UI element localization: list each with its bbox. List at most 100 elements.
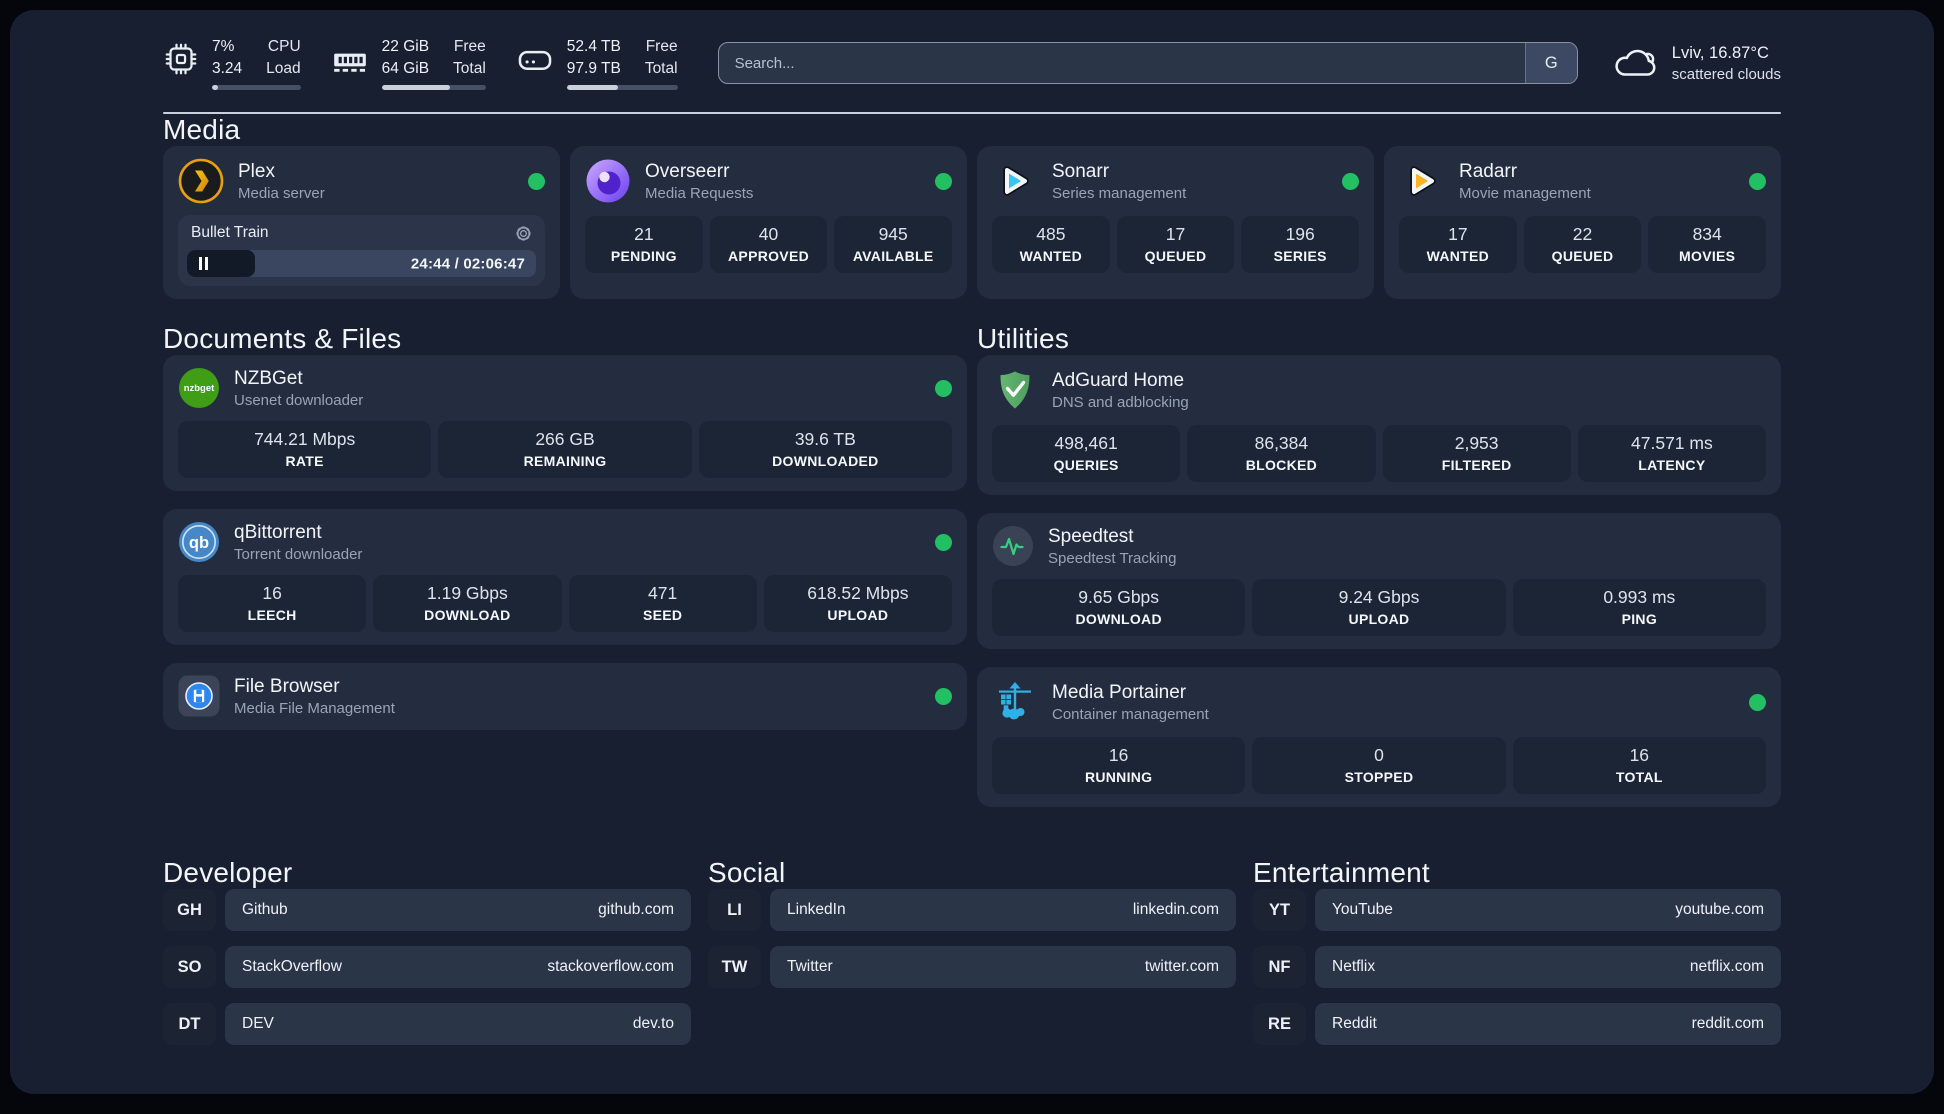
system-metrics: 7% CPU 3.24 Load 22 GiB Free 64 GiB Tota… bbox=[163, 36, 678, 91]
service-subtitle: Media File Management bbox=[234, 699, 395, 717]
search-provider-button[interactable]: G bbox=[1524, 43, 1577, 84]
bookmark-netflix[interactable]: NF Netflix netflix.com bbox=[1253, 946, 1781, 989]
stat-tile: 39.6 TB DOWNLOADED bbox=[698, 421, 952, 479]
bookmark-reddit[interactable]: RE Reddit reddit.com bbox=[1253, 1003, 1781, 1046]
memory-usage-bar bbox=[381, 85, 486, 91]
bookmark-name: Reddit bbox=[1332, 1015, 1377, 1033]
cloud-icon bbox=[1612, 45, 1658, 81]
bookmark-name: Twitter bbox=[787, 958, 833, 976]
service-title: qBittorrent bbox=[234, 521, 322, 543]
stat-tile: 9.24 Gbps UPLOAD bbox=[1252, 579, 1506, 637]
service-subtitle: Container management bbox=[1052, 705, 1209, 723]
stat-tile: 498,461 QUERIES bbox=[992, 425, 1181, 483]
service-card-plex[interactable]: Plex Media server Bullet Train 24:44 / 0… bbox=[163, 146, 560, 300]
stat-tile: 17 WANTED bbox=[1399, 216, 1517, 274]
playback-progress-bar: 24:44 / 02:06:47 bbox=[187, 250, 536, 278]
search-input[interactable] bbox=[718, 43, 1525, 84]
stat-tile: 16 RUNNING bbox=[992, 737, 1246, 795]
service-title: Speedtest bbox=[1048, 525, 1134, 547]
section-title-entertainment: Entertainment bbox=[1253, 857, 1430, 889]
service-subtitle: Usenet downloader bbox=[234, 391, 364, 409]
memory-icon bbox=[331, 41, 369, 90]
qbittorrent-icon: qb bbox=[178, 521, 220, 563]
stat-tile: 2,953 FILTERED bbox=[1382, 425, 1571, 483]
service-card-radarr[interactable]: Radarr Movie management 17 WANTED 22 QUE… bbox=[1384, 146, 1781, 300]
bookmark-youtube[interactable]: YT YouTube youtube.com bbox=[1253, 889, 1781, 932]
service-card-nzbget[interactable]: nzbget NZBGet Usenet downloader 744.21 M… bbox=[163, 355, 967, 492]
service-card-qbittorrent[interactable]: qb qBittorrent Torrent downloader 16 LEE… bbox=[163, 509, 967, 646]
bookmark-abbr: LI bbox=[708, 889, 761, 932]
service-title: Media Portainer bbox=[1052, 681, 1187, 703]
service-title: Radarr bbox=[1459, 160, 1518, 182]
service-title: Plex bbox=[238, 160, 275, 182]
cpu-usage-value: 7% bbox=[212, 38, 235, 55]
bookmark-domain: dev.to bbox=[632, 1015, 674, 1033]
status-online-dot bbox=[935, 172, 952, 190]
service-title: NZBGet bbox=[234, 367, 303, 389]
status-online-dot bbox=[935, 687, 952, 705]
bookmark-domain: github.com bbox=[598, 901, 674, 919]
service-title: Sonarr bbox=[1052, 160, 1110, 182]
session-settings-icon[interactable] bbox=[515, 225, 532, 242]
stat-tile: 0.993 ms PING bbox=[1512, 579, 1766, 637]
topbar: 7% CPU 3.24 Load 22 GiB Free 64 GiB Tota… bbox=[163, 36, 1781, 91]
plex-now-playing: Bullet Train 24:44 / 02:06:47 bbox=[178, 215, 545, 287]
media-card-grid: Plex Media server Bullet Train 24:44 / 0… bbox=[163, 146, 1781, 300]
service-card-portainer[interactable]: Media Portainer Container management 16 … bbox=[977, 667, 1781, 808]
memory-total-label: Total bbox=[453, 59, 486, 77]
bookmark-domain: netflix.com bbox=[1689, 958, 1764, 976]
service-card-speedtest[interactable]: Speedtest Speedtest Tracking 9.65 Gbps D… bbox=[977, 513, 1781, 650]
stat-tile: 945 AVAILABLE bbox=[834, 216, 953, 274]
section-title-developer: Developer bbox=[163, 857, 293, 889]
bookmark-linkedin[interactable]: LI LinkedIn linkedin.com bbox=[708, 889, 1236, 932]
cpu-load-label: Load bbox=[266, 59, 301, 77]
overseerr-icon bbox=[585, 158, 631, 204]
bookmark-domain: linkedin.com bbox=[1132, 901, 1219, 919]
service-subtitle: Speedtest Tracking bbox=[1048, 549, 1177, 567]
bookmark-abbr: RE bbox=[1253, 1003, 1306, 1046]
bookmark-group-social: Social LI LinkedIn linkedin.com TW Twitt… bbox=[708, 857, 1236, 1060]
status-online-dot bbox=[1749, 693, 1766, 711]
status-online-dot bbox=[935, 533, 952, 551]
svg-text:qb: qb bbox=[189, 534, 209, 552]
service-subtitle: Series management bbox=[1052, 184, 1187, 202]
stat-tile: 9.65 Gbps DOWNLOAD bbox=[992, 579, 1246, 637]
service-card-filebrowser[interactable]: File Browser Media File Management bbox=[163, 663, 967, 731]
bookmark-name: LinkedIn bbox=[787, 901, 846, 919]
service-card-overseerr[interactable]: Overseerr Media Requests 21 PENDING 40 A… bbox=[570, 146, 967, 300]
bookmark-name: Github bbox=[242, 901, 288, 919]
cpu-load-value: 3.24 bbox=[212, 59, 243, 77]
memory-free-label: Free bbox=[453, 38, 486, 55]
playback-time: 24:44 / 02:06:47 bbox=[410, 255, 525, 273]
utilities-column: Utilities AdGuard Home DNS and adblockin… bbox=[977, 323, 1781, 808]
stat-tile: 266 GB REMAINING bbox=[438, 421, 692, 479]
bookmark-domain: stackoverflow.com bbox=[547, 958, 674, 976]
stat-tile: 196 SERIES bbox=[1241, 216, 1360, 274]
svg-text:nzbget: nzbget bbox=[184, 383, 215, 394]
bookmark-github[interactable]: GH Github github.com bbox=[163, 889, 691, 932]
filebrowser-icon bbox=[178, 675, 220, 717]
stat-tile: 22 QUEUED bbox=[1523, 216, 1642, 274]
stat-tile: 86,384 BLOCKED bbox=[1187, 425, 1376, 483]
documents-column: Documents & Files nzbget NZBGet Usenet d… bbox=[163, 323, 967, 807]
service-title: File Browser bbox=[234, 675, 340, 697]
bookmark-abbr: NF bbox=[1253, 946, 1306, 989]
service-card-sonarr[interactable]: Sonarr Series management 485 WANTED 17 Q… bbox=[977, 146, 1374, 300]
bookmark-name: YouTube bbox=[1332, 901, 1393, 919]
bookmark-dev[interactable]: DT DEV dev.to bbox=[163, 1003, 691, 1046]
status-online-dot bbox=[528, 172, 545, 190]
cpu-icon bbox=[163, 41, 199, 90]
bookmark-group-entertainment: Entertainment YT YouTube youtube.com NF … bbox=[1253, 857, 1781, 1060]
service-card-adguard[interactable]: AdGuard Home DNS and adblocking 498,461 … bbox=[977, 355, 1781, 496]
portainer-icon bbox=[992, 679, 1038, 725]
bookmark-stackoverflow[interactable]: SO StackOverflow stackoverflow.com bbox=[163, 946, 691, 989]
memory-free-value: 22 GiB bbox=[381, 38, 430, 55]
bookmark-name: StackOverflow bbox=[242, 958, 342, 976]
stat-tile: 485 WANTED bbox=[992, 216, 1110, 274]
adguard-icon bbox=[992, 367, 1038, 413]
stat-tile: 744.21 Mbps RATE bbox=[178, 421, 432, 479]
stat-tile: 16 LEECH bbox=[178, 575, 367, 633]
bookmark-twitter[interactable]: TW Twitter twitter.com bbox=[708, 946, 1236, 989]
disk-icon bbox=[516, 41, 554, 90]
disk-free-value: 52.4 TB bbox=[566, 38, 621, 55]
